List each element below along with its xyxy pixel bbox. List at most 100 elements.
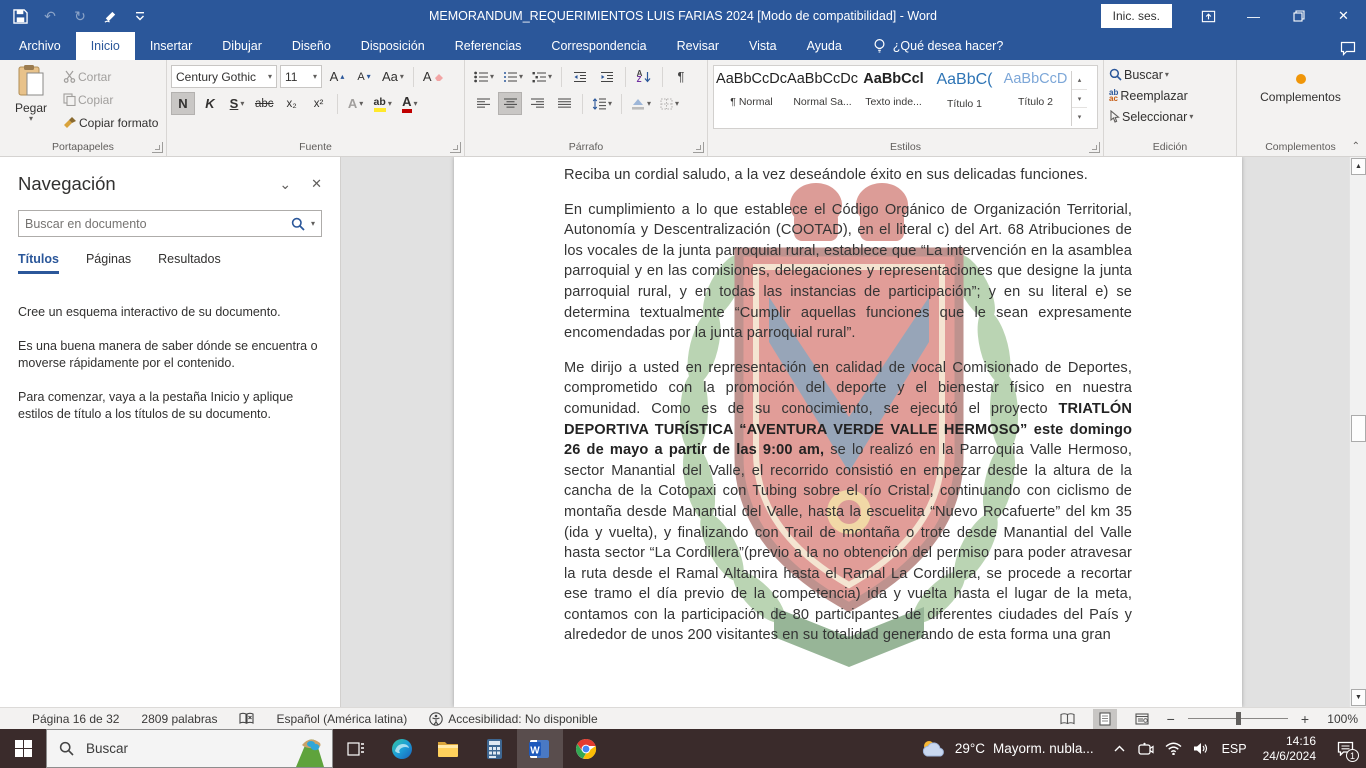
paragraph-dialog-launcher[interactable]	[693, 142, 704, 153]
zoom-level[interactable]: 100%	[1322, 712, 1358, 726]
tab-correspondencia[interactable]: Correspondencia	[536, 32, 661, 60]
calculator-icon[interactable]	[471, 729, 517, 768]
tab-inicio[interactable]: Inicio	[76, 32, 135, 60]
line-spacing-button[interactable]: ▾	[589, 92, 615, 115]
bullets-button[interactable]: ▾	[471, 65, 497, 88]
style-titulo-2[interactable]: AaBbCcDTítulo 2	[1000, 71, 1071, 126]
font-family-select[interactable]: Century Gothic ▾	[171, 65, 277, 88]
align-right-button[interactable]	[525, 92, 549, 115]
scroll-up-button[interactable]: ▲	[1351, 158, 1366, 175]
task-view-button[interactable]	[333, 729, 379, 768]
restore-button[interactable]	[1276, 0, 1321, 32]
word-count[interactable]: 2809 palabras	[141, 712, 217, 726]
tell-me-box[interactable]: ¿Qué desea hacer?	[873, 32, 1004, 60]
sort-button[interactable]: AZ	[632, 65, 656, 88]
increase-indent-button[interactable]	[595, 65, 619, 88]
clear-formatting-button[interactable]: A	[420, 65, 447, 88]
styles-dialog-launcher[interactable]	[1089, 142, 1100, 153]
cut-button[interactable]: Cortar	[60, 66, 161, 87]
style-texto-inde[interactable]: AaBbCclTexto inde...	[858, 71, 929, 126]
style-titulo-1[interactable]: AaBbC(Título 1	[929, 71, 1000, 126]
wifi-icon[interactable]	[1160, 729, 1187, 768]
font-color-button[interactable]: A▾	[398, 92, 422, 115]
search-icon[interactable]	[291, 217, 305, 231]
document-text[interactable]: Reciba un cordial saludo, a la vez deseá…	[564, 165, 1132, 660]
underline-button[interactable]: S▾	[225, 92, 249, 115]
font-dialog-launcher[interactable]	[450, 142, 461, 153]
proofing-icon[interactable]	[239, 712, 254, 725]
language-indicator[interactable]: Español (América latina)	[276, 712, 407, 726]
feedback-icon[interactable]	[1340, 41, 1356, 56]
chrome-icon[interactable]	[563, 729, 609, 768]
word-taskbar-icon[interactable]: W	[517, 729, 563, 768]
shrink-font-button[interactable]: A▾	[352, 65, 376, 88]
collapse-ribbon-icon[interactable]: ⌃	[1352, 141, 1360, 152]
volume-icon[interactable]	[1187, 729, 1214, 768]
italic-button[interactable]: K	[198, 92, 222, 115]
style-normal-sa[interactable]: AaBbCcDcNormal Sa...	[787, 71, 858, 126]
copy-button[interactable]: Copiar	[60, 89, 161, 110]
zoom-slider[interactable]	[1188, 718, 1288, 719]
scroll-thumb[interactable]	[1351, 415, 1366, 442]
notification-center-button[interactable]: 1	[1324, 729, 1366, 768]
nav-tab-paginas[interactable]: Páginas	[86, 252, 131, 274]
qat-customize-icon[interactable]	[132, 8, 148, 24]
accessibility-status[interactable]: Accesibilidad: No disponible	[429, 712, 597, 726]
change-case-button[interactable]: Aa▾	[379, 65, 407, 88]
zoom-in-button[interactable]: +	[1301, 711, 1309, 727]
print-layout-button[interactable]	[1093, 709, 1117, 729]
zoom-out-button[interactable]: −	[1167, 711, 1175, 727]
meet-now-icon[interactable]	[1133, 729, 1160, 768]
read-mode-button[interactable]	[1056, 709, 1080, 729]
start-button[interactable]	[0, 729, 46, 768]
tab-revisar[interactable]: Revisar	[662, 32, 734, 60]
minimize-button[interactable]: —	[1231, 0, 1276, 32]
search-highlight-mascot[interactable]	[292, 735, 328, 767]
clock[interactable]: 14:16 24/6/2024	[1255, 734, 1324, 764]
styles-more-button[interactable]: ▾	[1072, 108, 1087, 126]
font-size-select[interactable]: 11 ▾	[280, 65, 322, 88]
weather-widget[interactable]: 29°C Mayorm. nubla...	[909, 729, 1106, 768]
keyboard-language[interactable]: ESP	[1214, 742, 1255, 756]
tab-insertar[interactable]: Insertar	[135, 32, 207, 60]
multilevel-list-button[interactable]: ▾	[529, 65, 555, 88]
borders-button[interactable]: ▾	[657, 92, 682, 115]
align-center-button[interactable]	[498, 92, 522, 115]
pilcrow-button[interactable]: ¶	[669, 65, 693, 88]
tab-diseno[interactable]: Diseño	[277, 32, 346, 60]
align-left-button[interactable]	[471, 92, 495, 115]
nav-close-icon[interactable]: ✕	[311, 176, 322, 192]
nav-chevron-down-icon[interactable]: ⌄	[279, 176, 291, 193]
nav-tab-resultados[interactable]: Resultados	[158, 252, 221, 274]
tray-chevron-up-icon[interactable]	[1106, 729, 1133, 768]
tab-disposicion[interactable]: Disposición	[346, 32, 440, 60]
select-button[interactable]: Seleccionar ▾	[1106, 106, 1224, 127]
web-layout-button[interactable]	[1130, 709, 1154, 729]
vertical-scrollbar[interactable]: ▲ ▼	[1349, 157, 1366, 707]
styles-scroll-up-button[interactable]: ▴	[1072, 71, 1087, 90]
strikethrough-button[interactable]: abc	[252, 92, 277, 115]
text-effects-button[interactable]: A▾	[344, 92, 368, 115]
decrease-indent-button[interactable]	[568, 65, 592, 88]
document-search-box[interactable]: ▾	[18, 210, 322, 237]
paste-button[interactable]: Pegar ▾	[2, 64, 60, 138]
shading-button[interactable]: ▾	[628, 92, 654, 115]
tab-referencias[interactable]: Referencias	[440, 32, 537, 60]
tab-archivo[interactable]: Archivo	[4, 32, 76, 60]
zoom-slider-thumb[interactable]	[1236, 712, 1241, 725]
styles-scroll-down-button[interactable]: ▾	[1072, 90, 1087, 109]
subscript-button[interactable]: x₂	[280, 92, 304, 115]
tab-vista[interactable]: Vista	[734, 32, 792, 60]
style-normal[interactable]: AaBbCcDc¶ Normal	[716, 71, 787, 126]
edge-icon[interactable]	[379, 729, 425, 768]
pen-icon[interactable]	[102, 8, 118, 24]
file-explorer-icon[interactable]	[425, 729, 471, 768]
numbering-button[interactable]: ▾	[500, 65, 526, 88]
clipboard-dialog-launcher[interactable]	[152, 142, 163, 153]
addins-button[interactable]: Complementos	[1239, 74, 1362, 104]
bold-button[interactable]: N	[171, 92, 195, 115]
superscript-button[interactable]: x²	[307, 92, 331, 115]
search-input[interactable]	[25, 217, 285, 231]
taskbar-search[interactable]: Buscar	[46, 729, 333, 768]
replace-button[interactable]: abac Reemplazar	[1106, 85, 1224, 106]
